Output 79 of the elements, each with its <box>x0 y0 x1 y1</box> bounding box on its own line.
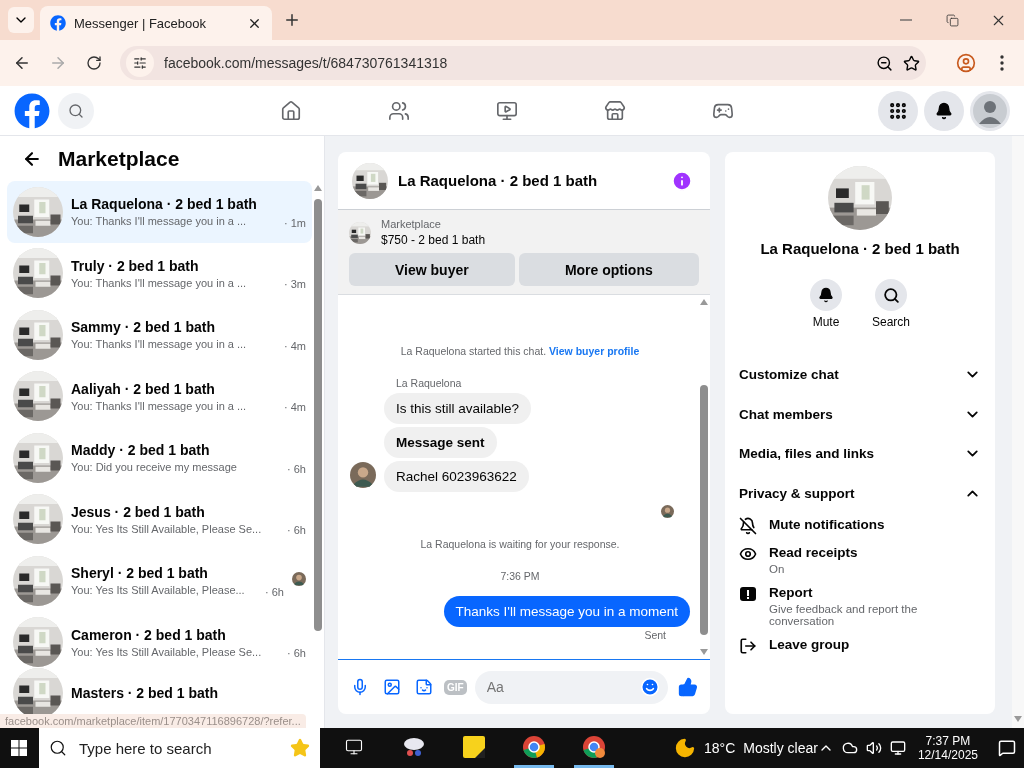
chat-name: Sheryl · 2 bed 1 bath <box>71 565 209 582</box>
listing-label: Marketplace <box>381 218 442 230</box>
chat-preview: You: Did you receive my message <box>71 461 238 474</box>
item-label: Mute notifications <box>769 517 885 532</box>
chat-name: Sammy · 2 bed 1 bath <box>71 319 216 336</box>
search-field[interactable]: Type here to search <box>76 738 280 758</box>
chat-name: Maddy · 2 bed 1 bath <box>71 442 211 459</box>
chat-preview: You: Thanks I'll message you in a ... <box>71 399 248 412</box>
chat-preview: You: Yes Its Still Available, Please... <box>71 584 246 597</box>
action-button[interactable]: More options <box>518 253 699 286</box>
chat-name: Truly · 2 bed 1 bath <box>71 257 200 274</box>
chat-name: Masters · 2 bed 1 bath <box>71 685 220 701</box>
chat-item[interactable]: Truly · 2 bed 1 bath You: Thanks I'll message you in a ... · 3m <box>7 242 312 304</box>
weather-text: Mostly clear <box>743 740 818 756</box>
menu-item[interactable]: Read receipts On <box>725 541 995 581</box>
system-message: La Raquelona is waiting for your response. <box>420 538 620 550</box>
action-label: Mute <box>812 315 840 329</box>
chat-item[interactable]: Sammy · 2 bed 1 bath You: Thanks I'll message you in a ... · 4m <box>7 304 312 366</box>
menu-item[interactable]: Mute notifications <box>725 513 995 541</box>
link-tooltip: facebook.com/marketplace/item/1770347116896728/?refer... <box>0 714 306 728</box>
chat-preview: You: Thanks I'll message you in a ... <box>71 276 248 289</box>
message-field[interactable]: Aa <box>484 678 640 696</box>
chat-time: · 3m <box>284 278 306 290</box>
message-status: Sent <box>644 629 666 641</box>
browser-tab[interactable]: Messenger | Facebook <box>40 6 272 40</box>
item-detail: Give feedback and report the conversation <box>769 603 919 627</box>
chat-item[interactable]: Maddy · 2 bed 1 bath You: Did you receive my message · 6h <box>7 427 312 489</box>
chat-name: Jesus · 2 bed 1 bath <box>71 503 206 520</box>
item-label: Leave group <box>769 637 850 652</box>
system-message: La Raquelona started this chat. View buyer profile <box>400 345 640 357</box>
menu-item[interactable]: Report Give feedback and report the conversation <box>725 581 995 633</box>
message-bubble: Rachel 6023963622 <box>384 461 529 492</box>
chat-time: · 6h <box>287 647 306 659</box>
chat-item[interactable]: Masters · 2 bed 1 bath <box>7 673 312 713</box>
chat-item[interactable]: Aaliyah · 2 bed 1 bath You: Thanks I'll message you in a ... · 4m <box>7 365 312 427</box>
chat-name: Aaliyah · 2 bed 1 bath <box>71 380 216 397</box>
item-label: Read receipts <box>769 545 858 560</box>
address-bar[interactable]: facebook.com/messages/t/684730761341318 <box>120 46 926 80</box>
message-bubble: Is this still available? <box>384 393 532 424</box>
chat-time: · 4m <box>284 339 306 352</box>
action-label: Search <box>872 315 910 329</box>
conversation-title: La Raquelona · 2 bed 1 bath <box>398 172 599 189</box>
profile-link[interactable]: View buyer profile <box>549 345 640 357</box>
taskbar-search[interactable]: Type here to search <box>38 728 320 768</box>
chat-item[interactable]: La Raquelona · 2 bed 1 bath You: Thanks I'll message you in a ... · 1m <box>7 181 312 243</box>
chat-time: · 6h <box>287 462 306 475</box>
chat-time: · 4m <box>284 401 306 413</box>
page-title: Marketplace <box>58 146 180 171</box>
chat-preview: You: Thanks I'll message you in a ... <box>71 338 248 351</box>
item-detail: On <box>769 563 786 575</box>
chat-time: · 1m <box>284 216 306 229</box>
message-bubble: Message sent <box>384 427 497 458</box>
chat-item[interactable]: Jesus · 2 bed 1 bath You: Yes Its Still Available, Please Se... · 6h <box>7 488 312 550</box>
chat-title: La Raquelona · 2 bed 1 bath <box>760 240 960 257</box>
menu-item[interactable]: Leave group <box>725 633 995 661</box>
chat-item[interactable]: Sheryl · 2 bed 1 bath You: Yes Its Still Available, Please... · 6h <box>7 550 312 612</box>
chat-time: · 6h <box>287 524 306 536</box>
sender-name: La Raquelona <box>396 377 462 389</box>
section-header[interactable]: Customize chat <box>725 355 995 395</box>
chat-preview: You: Yes Its Still Available, Please Se... <box>71 522 263 535</box>
section-header[interactable]: Chat members <box>725 394 995 434</box>
chat-name: Cameron · 2 bed 1 bath <box>71 626 227 643</box>
timestamp: 7:36 PM <box>500 570 540 582</box>
url-text: facebook.com/messages/t/684730761341318 <box>164 55 449 71</box>
section-header[interactable]: Privacy & support <box>725 473 995 513</box>
action-button[interactable]: View buyer <box>349 253 515 286</box>
section-header[interactable]: Media, files and links <box>725 434 995 474</box>
chat-time: · 6h <box>265 585 284 598</box>
item-label: Report <box>769 585 814 600</box>
chat-preview: You: Thanks I'll message you in a ... <box>71 215 248 228</box>
chat-preview: You: Yes Its Still Available, Please Se... <box>71 645 263 658</box>
message-bubble: Thanks I'll message you in a moment <box>443 596 690 627</box>
weather-widget[interactable]: 18°C Mostly clear <box>673 737 818 759</box>
message-box[interactable]: Aa <box>474 670 668 704</box>
temperature: 18°C <box>703 740 736 756</box>
chat-name: La Raquelona · 2 bed 1 bath <box>71 196 258 213</box>
listing-price: $750 - 2 bed 1 bath <box>381 233 486 247</box>
clock[interactable]: 7:37 PM 12/14/2025 <box>917 734 978 762</box>
chat-item[interactable]: Cameron · 2 bed 1 bath You: Yes Its Still Available, Please Se... · 6h <box>7 611 312 673</box>
